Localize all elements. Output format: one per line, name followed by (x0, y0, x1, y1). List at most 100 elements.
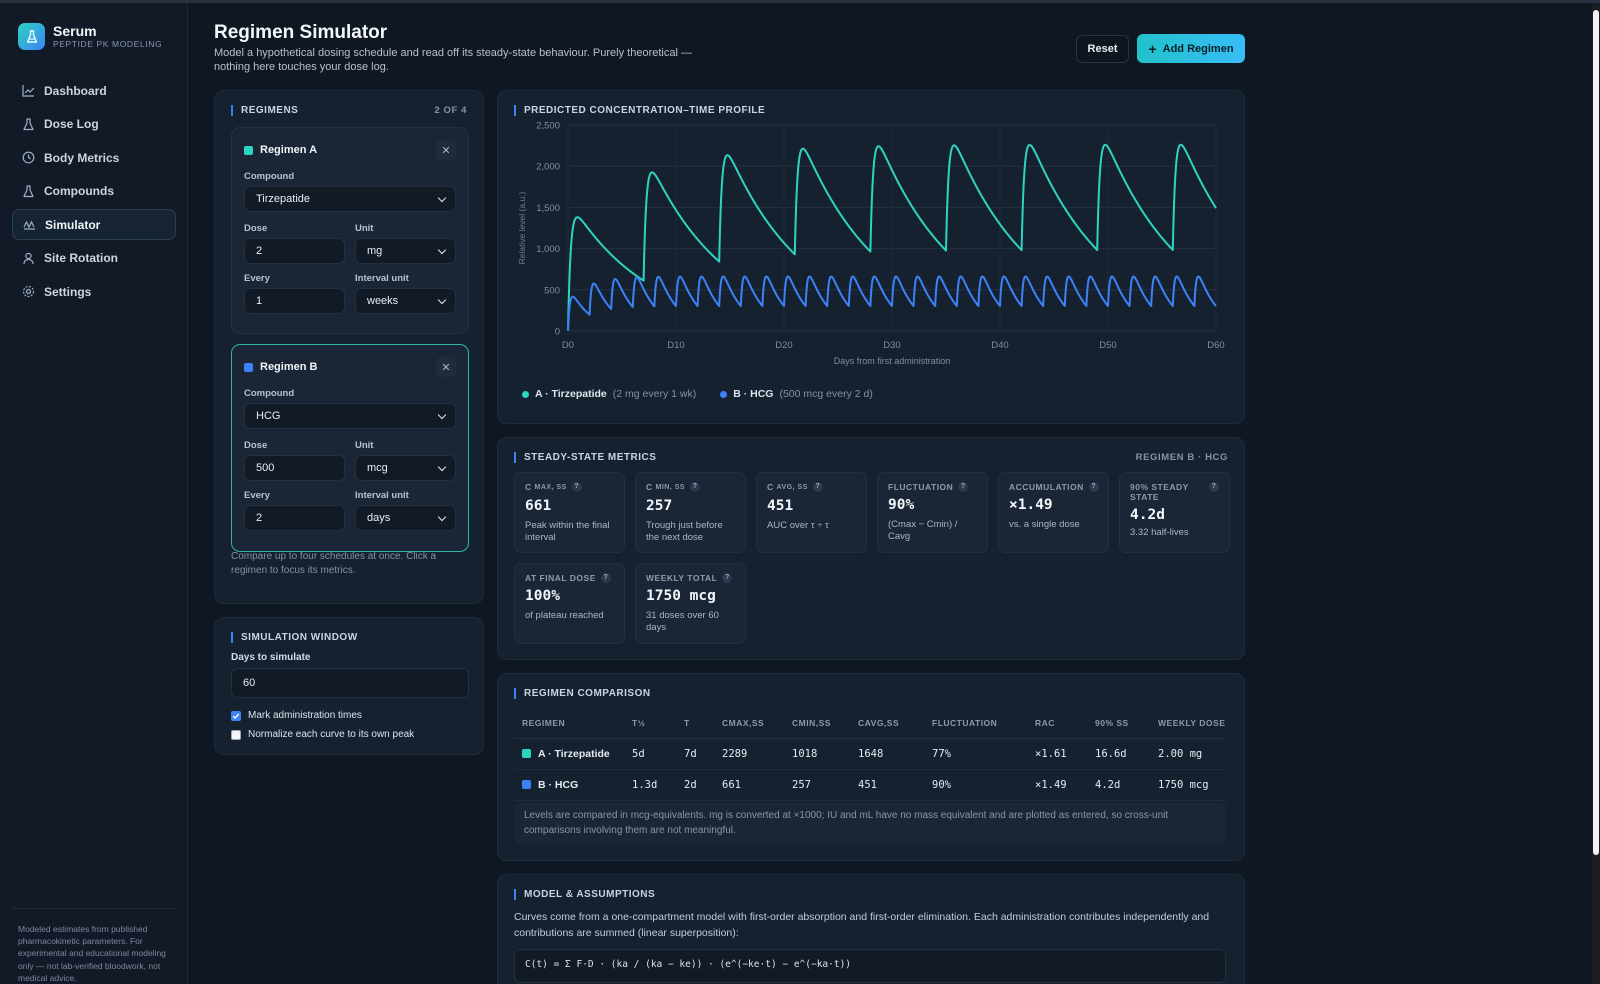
help-icon[interactable]: ? (1209, 482, 1219, 492)
cell-interval: 7d (676, 738, 714, 770)
cell-cavg: 451 (850, 769, 924, 801)
cell-fluctuation: 77% (924, 738, 1027, 770)
column-header: RAC (1027, 708, 1087, 739)
interval-unit-select[interactable]: weeks (355, 288, 456, 314)
remove-regimen-button[interactable]: ✕ (436, 140, 456, 160)
regimen-card-b[interactable]: Regimen B ✕ Compound HCG Dose 500 Unit m… (231, 344, 469, 552)
reset-button[interactable]: Reset (1076, 35, 1129, 63)
remove-regimen-button[interactable]: ✕ (436, 357, 456, 377)
unit-select[interactable]: mg (355, 238, 456, 264)
help-icon[interactable]: ? (812, 482, 823, 492)
mark-admin-label: Mark administration times (248, 710, 362, 721)
regimens-count: 2 OF 4 (434, 105, 467, 116)
normalize-checkbox-row[interactable]: Normalize each curve to its own peak (231, 729, 414, 740)
x-tick-label: D60 (1207, 340, 1224, 351)
cell-rac: ×1.49 (1027, 769, 1087, 801)
nav-label: Simulator (45, 217, 101, 232)
nav-item-settings[interactable]: Settings (12, 276, 176, 307)
sidebar-disclaimer: Modeled estimates from published pharmac… (12, 908, 176, 984)
nav-label: Compounds (44, 184, 114, 198)
unit-label: Unit (355, 223, 374, 234)
metric-value: 451 (767, 498, 794, 514)
interval-unit-select[interactable]: days (355, 505, 456, 531)
regimen-card-a[interactable]: Regimen A ✕ Compound Tirzepatide Dose 2 … (231, 127, 469, 334)
cell-half-life: 5d (624, 738, 676, 770)
checkbox-checked[interactable] (231, 710, 241, 721)
column-header: T½ (624, 708, 676, 739)
regimens-title: REGIMENS (231, 105, 298, 116)
y-axis-label: Relative level (a.u.) (517, 191, 527, 264)
metric-caption: of plateau reached (525, 610, 604, 621)
days-to-simulate-input[interactable]: 60 (231, 668, 469, 698)
metric-caption: AUC over τ ÷ τ (767, 520, 829, 531)
y-tick-label: 0 (555, 327, 560, 338)
row-regimen-name: B · HCG (538, 778, 579, 791)
nav-item-dashboard[interactable]: Dashboard (12, 75, 176, 106)
legend-detail: (2 mg every 1 wk) (612, 388, 697, 400)
metric-cmin: C MIN, SS? 257 Trough just before the ne… (635, 472, 746, 553)
interval-unit-label: Interval unit (355, 490, 409, 501)
nav-item-simulator[interactable]: Simulator (12, 209, 176, 240)
compound-value: HCG (256, 410, 281, 422)
every-input[interactable]: 1 (244, 288, 345, 314)
mark-admin-checkbox-row[interactable]: Mark administration times (231, 710, 362, 721)
page-subtitle: Model a hypothetical dosing schedule and… (214, 47, 692, 73)
checkbox-unchecked[interactable] (231, 729, 241, 740)
unit-select[interactable]: mcg (355, 455, 456, 481)
compound-select[interactable]: HCG (244, 403, 456, 429)
cell-interval: 2d (676, 769, 714, 801)
dose-input[interactable]: 2 (244, 238, 345, 264)
comparison-note: Levels are compared in mcg-equivalents. … (514, 803, 1226, 843)
nav-item-site-rotation[interactable]: Site Rotation (12, 243, 176, 274)
simulation-window-card: SIMULATION WINDOW Days to simulate 60 Ma… (214, 617, 484, 755)
table-row[interactable]: B · HCG 1.3d 2d 661 257 451 90% ×1.49 4.… (514, 769, 1226, 801)
metric-value: 257 (646, 498, 673, 514)
close-icon: ✕ (441, 361, 451, 374)
metric-fluctuation: FLUCTUATION? 90% (Cmax − Cmin) / Cavg (877, 472, 988, 553)
dose-label: Dose (244, 223, 268, 234)
cell-cmax: 661 (714, 769, 784, 801)
brand[interactable]: Serum PEPTIDE PK MODELING (18, 23, 162, 50)
help-icon[interactable]: ? (690, 482, 701, 492)
concentration-time-chart[interactable]: 0 500 1,000 1,500 2,000 2,500 D0 D10 D20 D30 D40 D5… (498, 111, 1246, 401)
model-title: MODEL & ASSUMPTIONS (514, 889, 655, 900)
main-nav: Dashboard Dose Log Body Metrics Compound… (12, 75, 176, 310)
help-icon[interactable]: ? (600, 573, 611, 583)
table-row[interactable]: A · Tirzepatide 5d 7d 2289 1018 1648 77%… (514, 738, 1226, 770)
days-label: Days to simulate (231, 652, 311, 663)
help-icon[interactable]: ? (571, 482, 582, 492)
metric-label: WEEKLY TOTAL (646, 573, 718, 583)
metric-label: ACCUMULATION (1009, 482, 1084, 492)
dose-input[interactable]: 500 (244, 455, 345, 481)
help-icon[interactable]: ? (722, 573, 733, 583)
nav-label: Dashboard (44, 83, 107, 98)
legend-item-b[interactable]: B · HCG (500 mcg every 2 d) (720, 388, 873, 400)
compound-select[interactable]: Tirzepatide (244, 186, 456, 212)
metric-label-sub: MAX, SS (534, 484, 567, 491)
x-tick-label: D40 (991, 340, 1008, 351)
add-regimen-button[interactable]: + Add Regimen (1137, 34, 1245, 63)
scrollbar-thumb[interactable] (1593, 10, 1599, 855)
y-tick-label: 2,000 (536, 162, 560, 173)
column-header: WEEKLY DOSE (1150, 708, 1226, 739)
legend-item-a[interactable]: A · Tirzepatide (2 mg every 1 wk) (522, 388, 696, 400)
model-formula: C(t) = Σ F·D · (ka / (ka − ke)) · (e^(−k… (514, 949, 1226, 983)
chevron-down-icon (437, 295, 447, 304)
legend-detail: (500 mcg every 2 d) (779, 388, 873, 400)
column-header: REGIMEN (514, 708, 624, 739)
metric-caption: Trough just before the next dose (646, 520, 723, 543)
cell-rac: ×1.61 (1027, 738, 1087, 770)
interval-unit-value: days (367, 512, 391, 524)
nav-item-compounds[interactable]: Compounds (12, 176, 176, 207)
cell-fluctuation: 90% (924, 769, 1027, 801)
chart-legend: A · Tirzepatide (2 mg every 1 wk) B · HC… (522, 388, 897, 400)
regimen-color-swatch (522, 779, 531, 789)
help-icon[interactable]: ? (958, 482, 969, 492)
nav-item-dose-log[interactable]: Dose Log (12, 109, 176, 140)
metric-label: C (646, 482, 653, 492)
every-input[interactable]: 2 (244, 505, 345, 531)
help-icon[interactable]: ? (1088, 482, 1099, 492)
nav-item-body-metrics[interactable]: Body Metrics (12, 142, 176, 173)
chevron-down-icon (437, 193, 447, 202)
column-header: T (676, 708, 714, 739)
